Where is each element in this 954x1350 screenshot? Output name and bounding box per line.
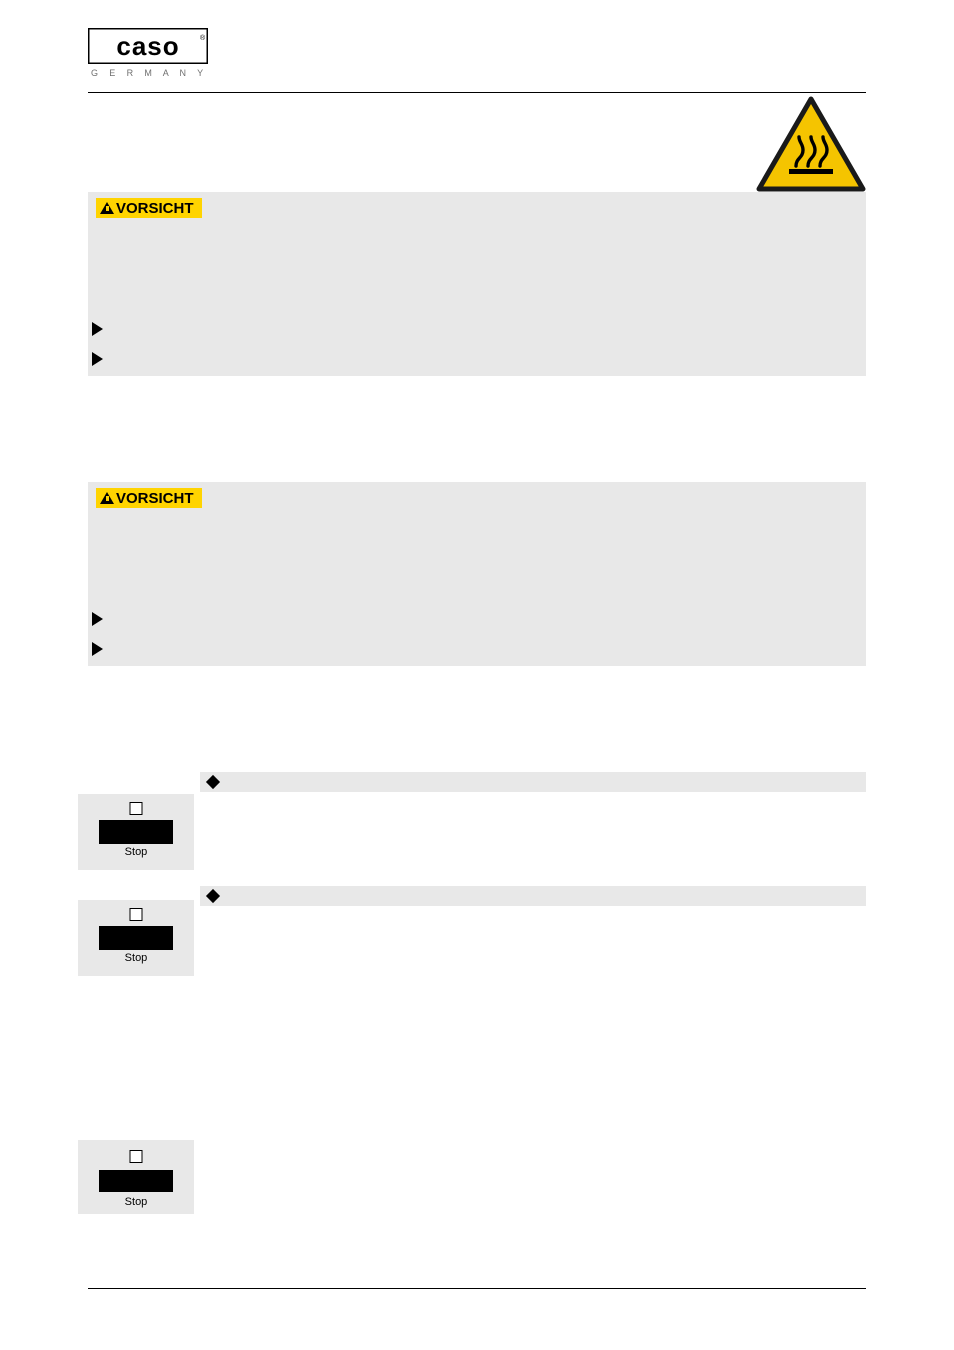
step-1-header-row bbox=[200, 772, 866, 792]
caution-label-2: VORSICHT bbox=[96, 488, 202, 508]
brand-logo: caso ® G E R M A N Y bbox=[88, 28, 228, 78]
svg-text:caso: caso bbox=[116, 31, 179, 61]
caution-box-1: VORSICHT bbox=[88, 192, 866, 376]
caution-box-2: VORSICHT bbox=[88, 482, 866, 666]
stop-key-label: Stop bbox=[124, 846, 148, 858]
stop-key-label: Stop bbox=[124, 1196, 148, 1208]
caso-logo-icon: caso ® bbox=[88, 28, 208, 64]
control-panel-thumbnail-2: Stop bbox=[78, 900, 194, 976]
arrow-bullet-icon bbox=[92, 612, 103, 626]
caution-label-1: VORSICHT bbox=[96, 198, 202, 218]
brand-subtitle: G E R M A N Y bbox=[91, 68, 208, 78]
control-panel-thumbnail-1: Stop bbox=[78, 794, 194, 870]
stop-key[interactable] bbox=[99, 926, 173, 950]
caution-label-text: VORSICHT bbox=[116, 199, 194, 217]
svg-text:®: ® bbox=[200, 34, 206, 42]
control-panel-thumbnail-3: Stop bbox=[78, 1140, 194, 1214]
arrow-bullet-icon bbox=[92, 322, 103, 336]
step-2-header-row bbox=[200, 886, 866, 906]
warning-triangle-icon bbox=[100, 202, 114, 214]
stop-key[interactable] bbox=[99, 820, 173, 844]
diamond-bullet-icon bbox=[205, 888, 221, 904]
indicator-led-icon bbox=[129, 908, 143, 921]
diamond-bullet-icon bbox=[205, 774, 221, 790]
stop-key-label: Stop bbox=[124, 952, 148, 964]
footer-divider bbox=[88, 1288, 866, 1289]
arrow-bullet-icon bbox=[92, 642, 103, 656]
warning-triangle-icon bbox=[100, 492, 114, 504]
header-divider bbox=[88, 92, 866, 93]
caution-label-text: VORSICHT bbox=[116, 489, 194, 507]
arrow-bullet-icon bbox=[92, 352, 103, 366]
hot-surface-warning-icon bbox=[756, 96, 866, 192]
indicator-led-icon bbox=[129, 1150, 143, 1163]
indicator-led-icon bbox=[129, 802, 143, 815]
stop-key[interactable] bbox=[99, 1170, 173, 1192]
